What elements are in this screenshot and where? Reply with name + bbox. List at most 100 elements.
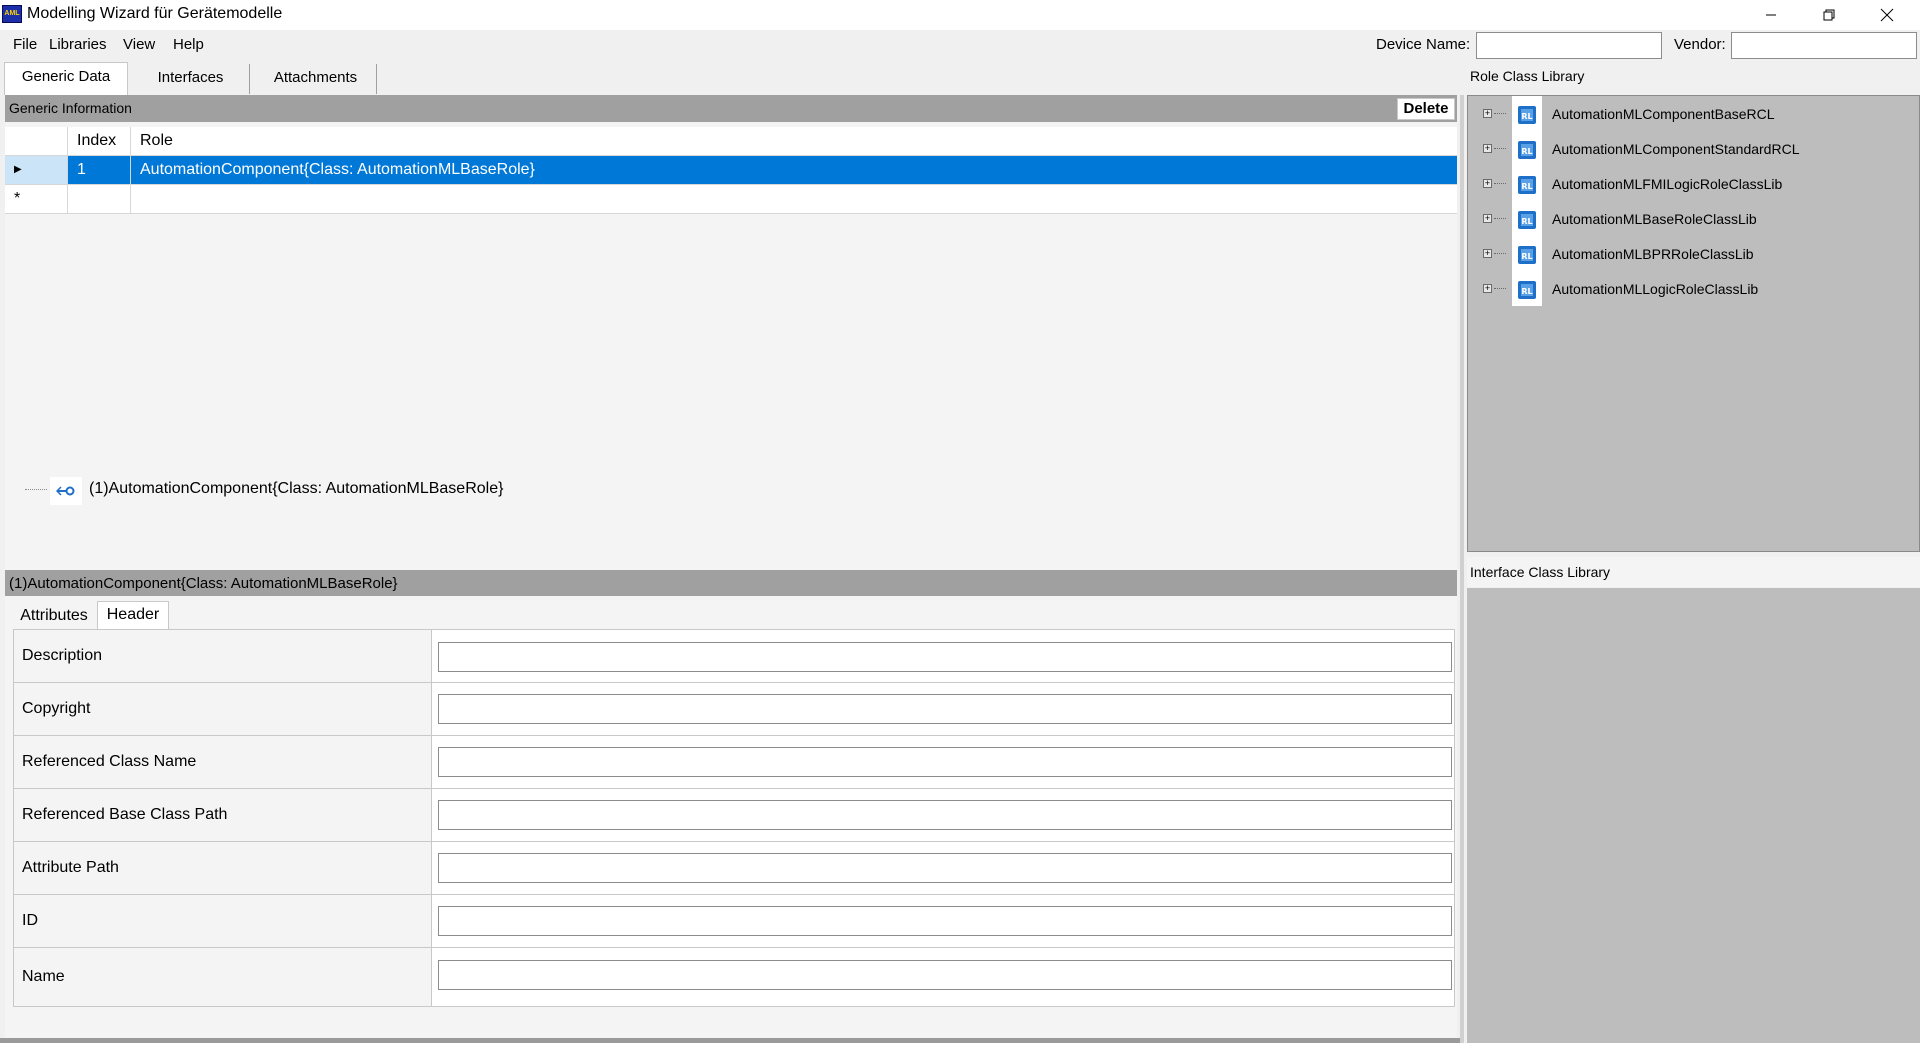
library-item-label[interactable]: AutomationMLBPRRoleClassLib xyxy=(1552,246,1754,262)
expand-icon[interactable]: + xyxy=(1483,214,1492,223)
role-node-icon xyxy=(50,477,82,505)
restore-button[interactable] xyxy=(1800,0,1858,30)
referenced-class-name-label: Referenced Class Name xyxy=(14,736,432,788)
generic-info-title: Generic Information xyxy=(9,100,132,116)
form-row-attribute-path: Attribute Path xyxy=(14,842,1454,895)
role-class-lib-icon: RL xyxy=(1512,135,1542,165)
tab-attributes[interactable]: Attributes xyxy=(13,604,95,628)
copyright-input[interactable] xyxy=(438,694,1452,724)
role-class-lib-icon: RL xyxy=(1512,275,1542,305)
expand-icon[interactable]: + xyxy=(1483,179,1492,188)
interface-class-library-tree xyxy=(1467,588,1920,1043)
svg-text:RL: RL xyxy=(1521,182,1532,191)
id-label: ID xyxy=(14,895,432,947)
svg-text:RL: RL xyxy=(1521,112,1532,121)
tab-generic-data[interactable]: Generic Data xyxy=(4,62,128,95)
tab-header[interactable]: Header xyxy=(97,601,169,629)
menu-bar: File Libraries View Help Device Name: Ve… xyxy=(0,30,1920,62)
menu-help[interactable]: Help xyxy=(173,36,204,53)
grid-header-row: Index Role xyxy=(5,127,1457,156)
form-row-referenced-class-name: Referenced Class Name xyxy=(14,736,1454,789)
attribute-path-label: Attribute Path xyxy=(14,842,432,894)
description-label: Description xyxy=(14,630,432,682)
library-item-label[interactable]: AutomationMLLogicRoleClassLib xyxy=(1552,281,1758,297)
tab-attachments[interactable]: Attachments xyxy=(255,64,377,94)
library-item[interactable]: + RL AutomationMLBPRRoleClassLib xyxy=(1468,237,1918,272)
interface-class-library-header: Interface Class Library xyxy=(1467,557,1920,587)
role-class-lib-icon: RL xyxy=(1512,205,1542,235)
generic-data-panel: Generic Information Delete Index Role ▶ … xyxy=(5,95,1457,1043)
referenced-base-class-path-input[interactable] xyxy=(438,800,1452,830)
svg-text:RL: RL xyxy=(1521,147,1532,156)
library-item[interactable]: + RL AutomationMLComponentStandardRCL xyxy=(1468,132,1918,167)
menu-view[interactable]: View xyxy=(123,36,155,53)
tree-connector xyxy=(1494,113,1506,114)
tree-connector xyxy=(1494,253,1506,254)
new-row-marker[interactable]: * xyxy=(5,185,68,214)
app-icon: AML xyxy=(2,5,22,23)
expand-icon[interactable]: + xyxy=(1483,144,1492,153)
copyright-label: Copyright xyxy=(14,683,432,735)
expand-icon[interactable]: + xyxy=(1483,249,1492,258)
library-item[interactable]: + RL AutomationMLFMILogicRoleClassLib xyxy=(1468,167,1918,202)
new-row-index-cell[interactable] xyxy=(68,185,131,214)
library-item-label[interactable]: AutomationMLComponentStandardRCL xyxy=(1552,141,1799,157)
new-row-role-cell[interactable] xyxy=(131,185,1457,214)
library-item[interactable]: + RL AutomationMLComponentBaseRCL xyxy=(1468,97,1918,132)
application-window: AML Modelling Wizard für Gerätemodelle F… xyxy=(0,0,1920,1043)
row-index-cell[interactable]: 1 xyxy=(68,156,131,185)
selected-element-header: (1)AutomationComponent{Class: Automation… xyxy=(5,570,1457,596)
form-row-name: Name xyxy=(14,948,1454,1006)
library-item-label[interactable]: AutomationMLBaseRoleClassLib xyxy=(1552,211,1757,227)
device-name-input[interactable] xyxy=(1476,32,1662,59)
row-role-cell[interactable]: AutomationComponent{Class: AutomationMLB… xyxy=(131,156,1457,185)
library-item[interactable]: + RL AutomationMLLogicRoleClassLib xyxy=(1468,272,1918,307)
role-class-lib-icon: RL xyxy=(1512,100,1542,130)
header-form: Description Copyright Referenced Class N… xyxy=(13,629,1455,1007)
attribute-path-input[interactable] xyxy=(438,853,1452,883)
minimize-icon xyxy=(1766,14,1776,16)
menu-file[interactable]: File xyxy=(13,36,37,53)
tree-connector xyxy=(1494,218,1506,219)
minimize-button[interactable] xyxy=(1742,0,1800,30)
tree-node-label[interactable]: (1)AutomationComponent{Class: Automation… xyxy=(89,480,503,498)
new-row[interactable]: * xyxy=(5,185,1457,214)
role-class-library-tree: + RL AutomationMLComponentBaseRCL + RL A… xyxy=(1467,95,1920,552)
close-button[interactable] xyxy=(1858,0,1916,30)
bottom-strip xyxy=(0,1038,1460,1043)
svg-text:RL: RL xyxy=(1521,217,1532,226)
tree-connector xyxy=(25,489,47,490)
id-input[interactable] xyxy=(438,906,1452,936)
name-label: Name xyxy=(14,948,432,1006)
vendor-input[interactable] xyxy=(1731,32,1917,59)
library-item-label[interactable]: AutomationMLComponentBaseRCL xyxy=(1552,106,1775,122)
svg-text:RL: RL xyxy=(1521,287,1532,296)
column-header-role[interactable]: Role xyxy=(131,127,1457,156)
close-icon xyxy=(1880,8,1894,22)
library-item[interactable]: + RL AutomationMLBaseRoleClassLib xyxy=(1468,202,1918,237)
menu-libraries[interactable]: Libraries xyxy=(49,36,107,53)
table-row[interactable]: ▶ 1 AutomationComponent{Class: Automatio… xyxy=(5,156,1457,185)
form-row-copyright: Copyright xyxy=(14,683,1454,736)
expand-icon[interactable]: + xyxy=(1483,109,1492,118)
tree-connector xyxy=(1494,183,1506,184)
panel-splitter[interactable] xyxy=(1460,95,1464,1043)
referenced-class-name-input[interactable] xyxy=(438,747,1452,777)
role-class-library-title: Role Class Library xyxy=(1470,68,1585,84)
tab-interfaces[interactable]: Interfaces xyxy=(132,64,250,94)
selected-element-title: (1)AutomationComponent{Class: Automation… xyxy=(9,575,398,592)
name-input[interactable] xyxy=(438,960,1452,990)
vendor-label: Vendor: xyxy=(1674,36,1726,53)
delete-button[interactable]: Delete xyxy=(1397,98,1455,120)
title-bar: AML Modelling Wizard für Gerätemodelle xyxy=(0,0,1920,30)
library-item-label[interactable]: AutomationMLFMILogicRoleClassLib xyxy=(1552,176,1782,192)
referenced-base-class-path-label: Referenced Base Class Path xyxy=(14,789,432,841)
role-node-icon-glyph xyxy=(56,486,75,496)
restore-icon xyxy=(1823,9,1835,21)
tree-connector xyxy=(1494,148,1506,149)
row-selector-arrow[interactable]: ▶ xyxy=(5,156,68,185)
description-input[interactable] xyxy=(438,642,1452,672)
column-header-index[interactable]: Index xyxy=(68,127,131,156)
expand-icon[interactable]: + xyxy=(1483,284,1492,293)
form-row-description: Description xyxy=(14,630,1454,683)
